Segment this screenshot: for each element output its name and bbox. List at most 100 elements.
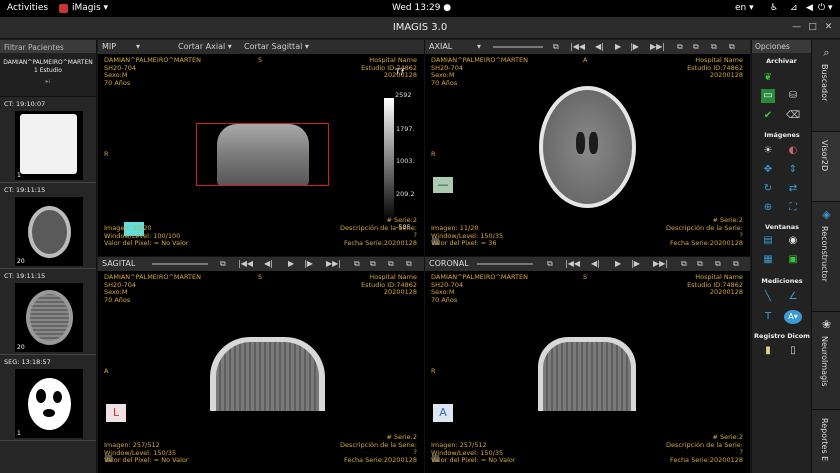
first-frame-icon[interactable]: |◀◀ xyxy=(238,259,253,268)
prev-frame-icon[interactable]: ◀| xyxy=(264,259,273,268)
patient-card[interactable]: DAMIAN^PALMEIRO^MARTEN 1 Estudio ▸ı xyxy=(0,53,96,97)
clock[interactable]: Wed 13:29 ● xyxy=(392,3,451,13)
annotate-dropdown-icon[interactable]: A▾ xyxy=(784,310,802,324)
pan-icon[interactable]: ✥ xyxy=(761,163,775,177)
expand-arrow-icon[interactable]: ▸ı xyxy=(0,78,96,86)
mip-viewer[interactable]: MIP ▾ Cortar Axial ▾ Cortar Sagittal ▾ 2… xyxy=(98,40,424,256)
leaf-icon[interactable]: ❦ xyxy=(761,71,775,85)
last-frame-icon[interactable]: ▶▶| xyxy=(650,42,665,51)
tab-visor2d[interactable]: Visor2D xyxy=(812,132,840,202)
tab-buscador[interactable]: ⌕ Buscador xyxy=(812,40,840,132)
maximize-view-icon[interactable]: ⧉ xyxy=(733,259,739,269)
cut-sagittal-dropdown[interactable]: Cortar Sagittal ▾ xyxy=(244,42,309,51)
series-item[interactable]: CT: 19:11:15 20 xyxy=(0,269,96,355)
tab-reportes[interactable]: Reportes E xyxy=(812,410,840,473)
axial-slice-slider[interactable] xyxy=(493,46,543,48)
maximize-icon[interactable]: □ xyxy=(806,21,819,34)
settings-icon[interactable]: ⧉ xyxy=(693,42,699,52)
window-tool-icon[interactable]: ▤ xyxy=(761,234,775,248)
view-marker[interactable]: A xyxy=(433,404,453,422)
activities-button[interactable]: Activities xyxy=(7,3,48,13)
settings-icon[interactable]: ⧉ xyxy=(370,259,376,269)
layout-icon[interactable]: ▦ xyxy=(761,253,775,267)
first-frame-icon[interactable]: |◀◀ xyxy=(565,259,580,268)
loop-icon[interactable]: ⧉ xyxy=(354,259,360,269)
power-icon[interactable]: ⏻ ▾ xyxy=(818,3,833,13)
sync-icon[interactable]: ⧉ xyxy=(715,259,721,269)
note-icon[interactable]: ▮ xyxy=(761,344,775,358)
cut-axial-dropdown[interactable]: Cortar Axial ▾ xyxy=(178,42,232,51)
database-icon[interactable]: ⛁ xyxy=(786,89,800,103)
network-icon[interactable]: ⊿ xyxy=(790,3,798,13)
view-marker[interactable]: — xyxy=(433,177,453,193)
axial-image-area[interactable]: — DAMIAN^PALMEIRO^MARTEN SH20-704 Sexo:M 70… xyxy=(425,54,750,256)
message-icon[interactable]: ▭ xyxy=(761,89,775,103)
sync-icon[interactable]: ⧉ xyxy=(711,42,717,52)
mip-image-area[interactable]: 2592 1797. 1003. 209.2 -585 Tf DAMIAN^PA… xyxy=(98,54,424,256)
axial-viewer[interactable]: AXIAL ▾ ⧉ |◀◀ ◀| ▶ |▶ ▶▶| ⧉ ⧉ ⧉ ⧉ — DAMI… xyxy=(425,40,750,256)
document-icon[interactable]: ▯ xyxy=(786,344,800,358)
checkmark-icon[interactable]: ✔ xyxy=(761,109,775,123)
mip-mode-dropdown[interactable]: ▾ xyxy=(136,42,140,51)
series-item[interactable]: CT: 19:10:07 1 xyxy=(0,97,96,183)
play-icon[interactable]: ▶ xyxy=(615,42,621,51)
rotate-icon[interactable]: ↻ xyxy=(761,182,775,196)
coronal-viewer[interactable]: CORONAL ⧉ |◀◀ ◀| ▶ |▶ ▶▶| ⧉ ⧉ ⧉ ⧉ A DAMI… xyxy=(425,257,750,473)
app-menu[interactable]: iMagis ▾ xyxy=(72,3,108,13)
fit-icon[interactable]: ⛶ xyxy=(786,201,800,215)
flip-icon[interactable]: ⇄ xyxy=(786,182,800,196)
coronal-slice xyxy=(538,337,636,411)
maximize-view-icon[interactable]: ⧉ xyxy=(406,259,412,269)
maximize-view-icon[interactable]: ⧉ xyxy=(729,42,735,52)
prev-frame-icon[interactable]: ◀| xyxy=(595,42,604,51)
zoom-icon[interactable]: ⊕ xyxy=(761,201,775,215)
orientation-left: R xyxy=(104,150,109,158)
axial-mode-dropdown[interactable]: ▾ xyxy=(477,42,481,51)
sagittal-viewer[interactable]: SAGITAL ⧉ |◀◀ ◀| ▶ |▶ ▶▶| ⧉ ⧉ ⧉ ⧉ L DAMI… xyxy=(98,257,424,473)
sagittal-slice-slider[interactable] xyxy=(152,263,208,265)
tab-neuroimagis[interactable]: ❀ NeuroImagis xyxy=(812,312,840,410)
delete-icon[interactable]: ⌫ xyxy=(786,109,800,123)
preset-icon[interactable]: ▣ xyxy=(786,253,800,267)
coronal-slice-slider[interactable] xyxy=(477,263,533,265)
series-item[interactable]: SEG: 13:18:57 1 xyxy=(0,355,96,441)
next-frame-icon[interactable]: |▶ xyxy=(304,259,313,268)
eye-icon[interactable]: ◉ xyxy=(786,234,800,248)
angle-icon[interactable]: ∠ xyxy=(786,290,800,304)
series-date: Fecha Serie:20200128 xyxy=(343,238,417,247)
play-icon[interactable]: ▶ xyxy=(615,259,621,268)
minimize-icon[interactable]: — xyxy=(790,21,803,34)
series-thumbnail: 1 xyxy=(15,369,83,438)
settings-icon[interactable]: ⧉ xyxy=(697,259,703,269)
screenshot-icon[interactable]: ⧉ xyxy=(553,42,559,52)
mip-crop-box[interactable] xyxy=(196,123,329,186)
series-label: CT: 19:10:07 xyxy=(4,100,46,108)
screenshot-icon[interactable]: ⧉ xyxy=(547,259,553,269)
brightness-icon[interactable]: ☀ xyxy=(761,144,775,158)
color-map-icon[interactable]: ◐ xyxy=(786,144,800,158)
next-frame-icon[interactable]: |▶ xyxy=(630,42,639,51)
move-icon[interactable]: ⇕ xyxy=(786,163,800,177)
loop-icon[interactable]: ⧉ xyxy=(677,42,683,52)
sync-icon[interactable]: ⧉ xyxy=(388,259,394,269)
text-tool-icon[interactable]: T xyxy=(761,310,775,324)
ruler-icon[interactable]: ╲ xyxy=(761,290,775,304)
volume-icon[interactable]: ◀ xyxy=(806,3,813,13)
next-frame-icon[interactable]: |▶ xyxy=(631,259,640,268)
language-selector[interactable]: en ▾ xyxy=(735,3,754,13)
view-marker[interactable]: L xyxy=(106,404,126,422)
last-frame-icon[interactable]: ▶▶| xyxy=(653,259,668,268)
prev-frame-icon[interactable]: ◀| xyxy=(591,259,600,268)
tab-reconstructor[interactable]: ◈ Reconstructor xyxy=(812,202,840,312)
play-icon[interactable]: ▶ xyxy=(288,259,294,268)
last-frame-icon[interactable]: ▶▶| xyxy=(326,259,341,268)
loop-icon[interactable]: ⧉ xyxy=(681,259,687,269)
coronal-image-area[interactable]: A DAMIAN^PALMEIRO^MARTEN SH20-704 Sexo:M 70… xyxy=(425,271,750,473)
accessibility-icon[interactable]: ♿ xyxy=(770,3,778,13)
screenshot-icon[interactable]: ⧉ xyxy=(220,259,226,269)
sagittal-image-area[interactable]: L DAMIAN^PALMEIRO^MARTEN SH20-704 Sexo:M 70… xyxy=(98,271,424,473)
close-icon[interactable]: ✕ xyxy=(822,21,835,34)
series-item[interactable]: CT: 19:11:15 20 xyxy=(0,183,96,269)
first-frame-icon[interactable]: |◀◀ xyxy=(570,42,585,51)
filter-patients-label[interactable]: Filtrar Pacientes xyxy=(0,40,96,53)
